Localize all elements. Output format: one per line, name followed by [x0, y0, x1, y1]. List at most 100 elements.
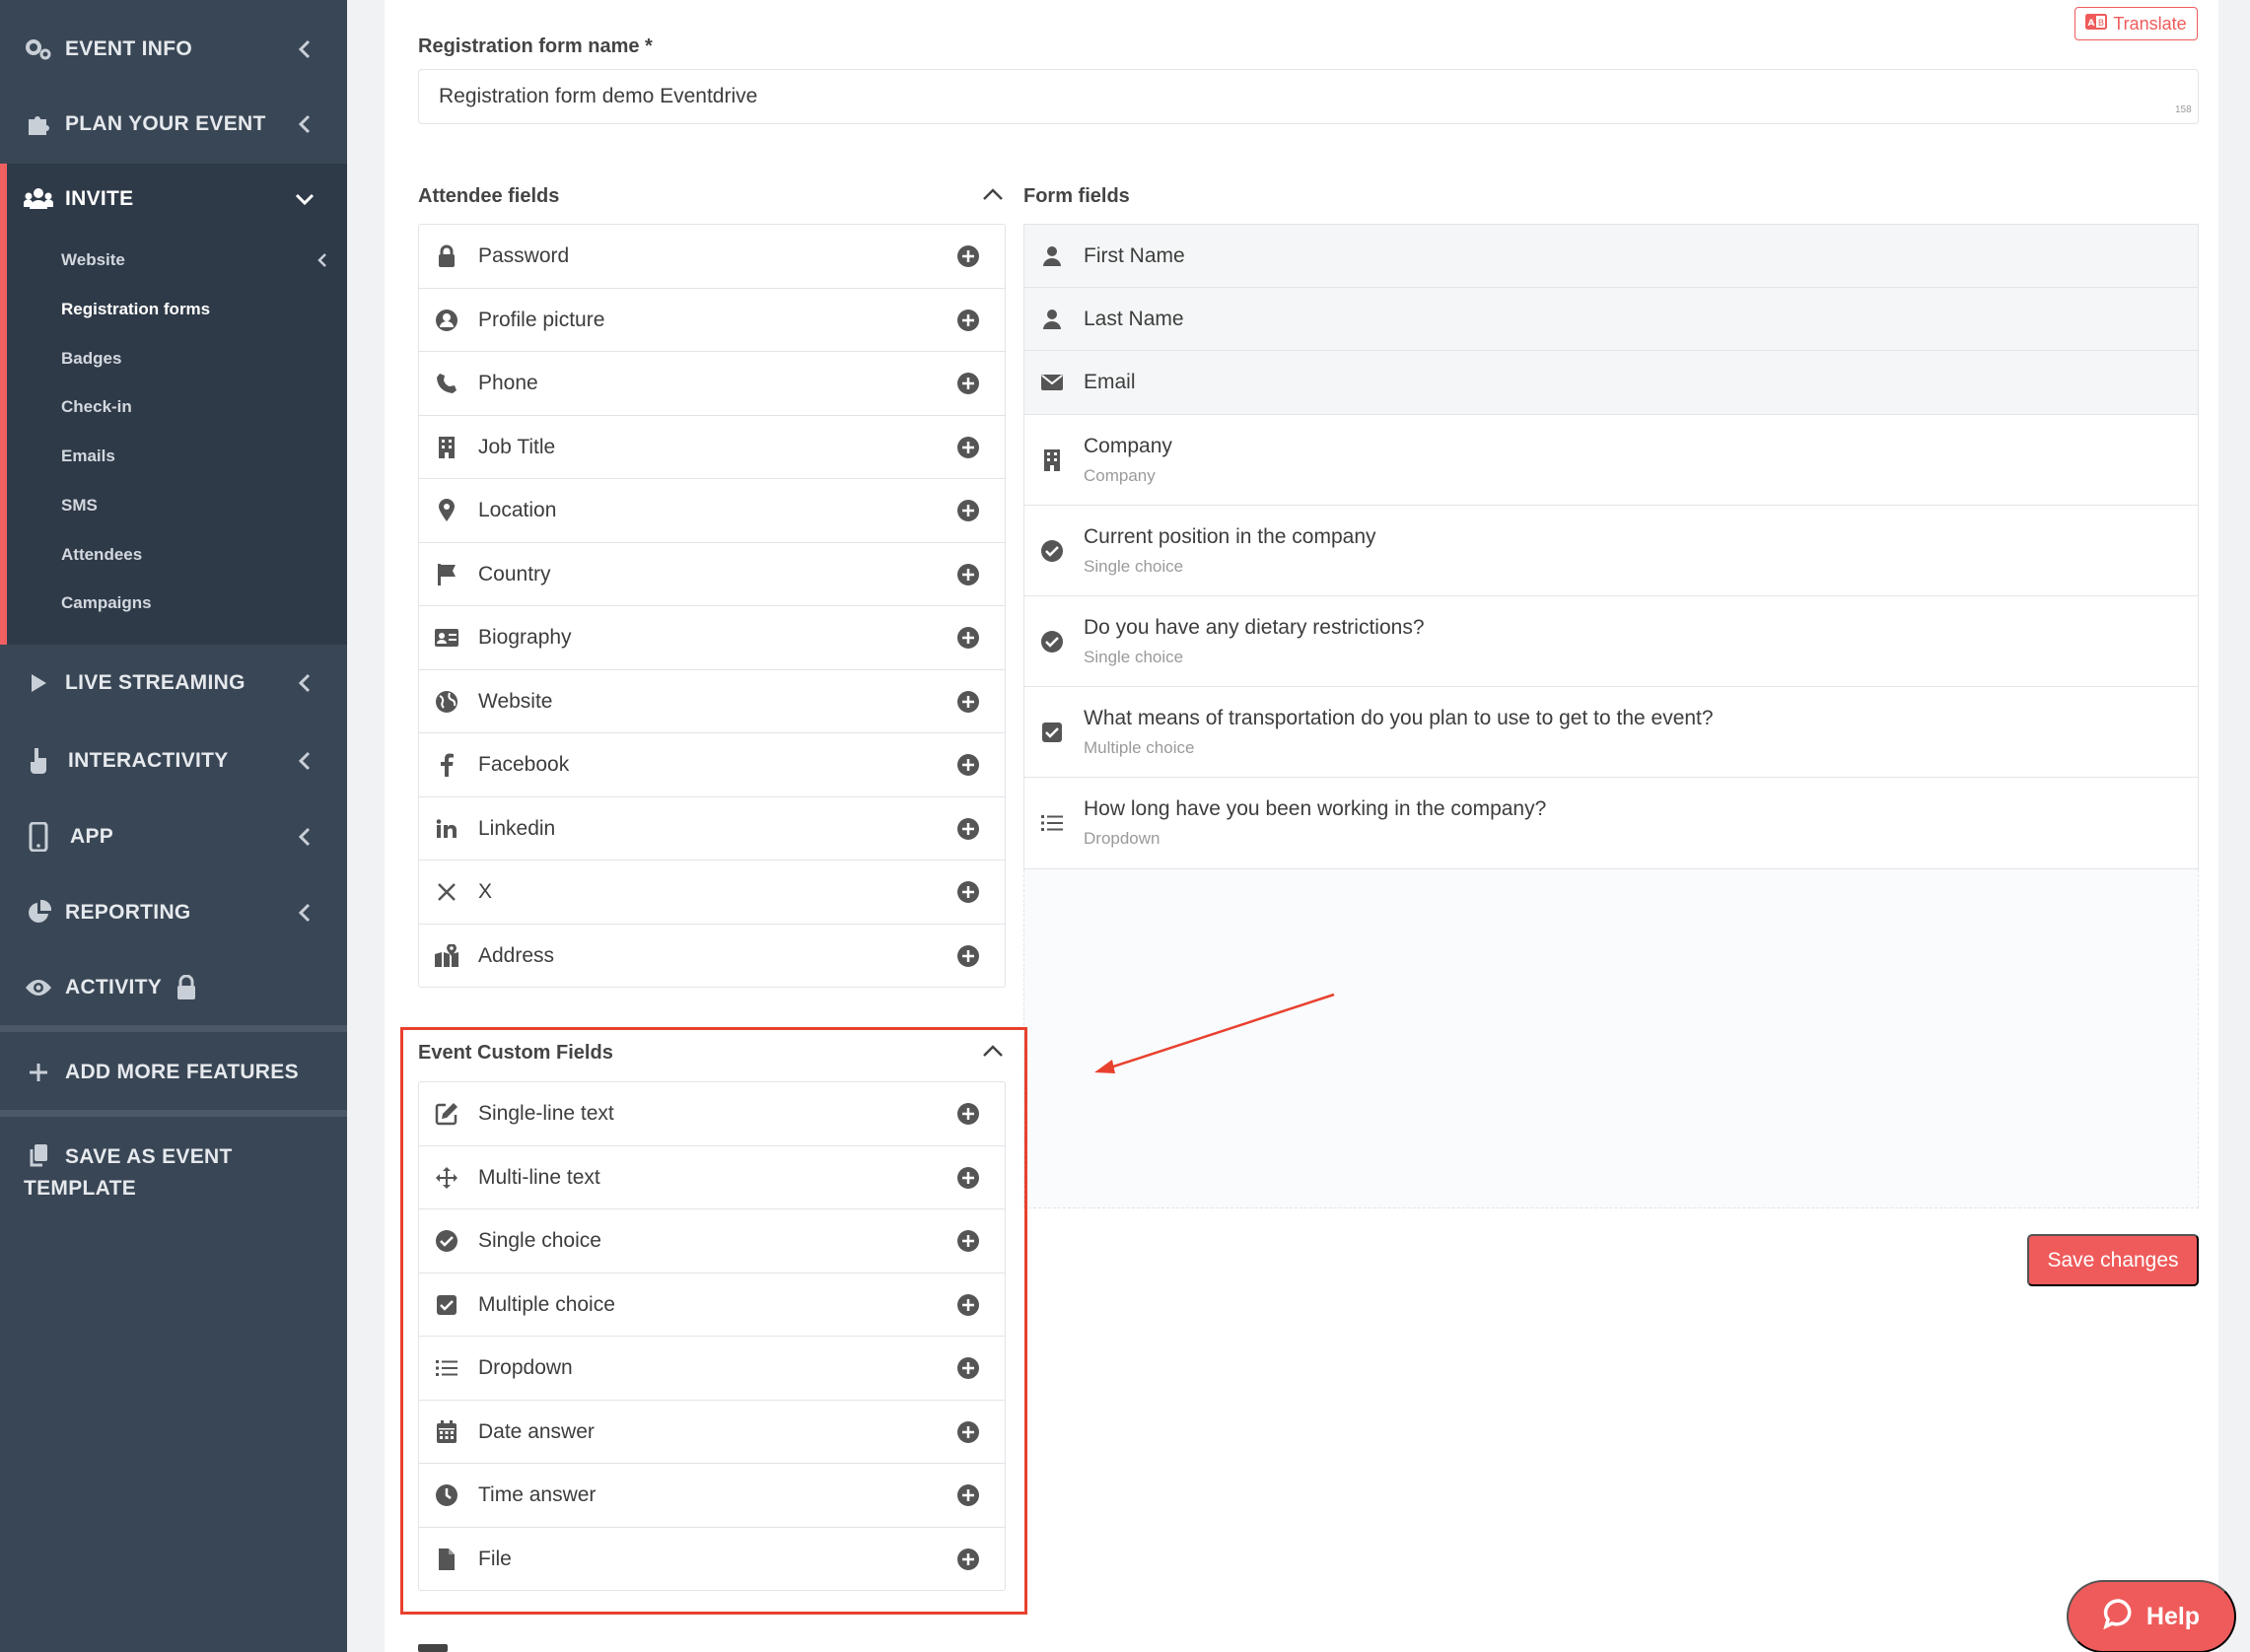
- list-icon: [433, 1354, 460, 1382]
- save-changes-button[interactable]: Save changes: [2027, 1234, 2199, 1286]
- sidebar-item-add-more-features[interactable]: ADD MORE FEATURES: [0, 1053, 347, 1092]
- list-item[interactable]: Address: [419, 925, 1005, 988]
- help-button[interactable]: Help: [2067, 1580, 2236, 1652]
- form-fields-header: Form fields: [1023, 185, 1130, 207]
- add-circle-icon[interactable]: [955, 562, 981, 587]
- add-circle-icon[interactable]: [955, 879, 981, 905]
- sidebar-subitem-emails[interactable]: Emails: [61, 447, 115, 466]
- sidebar-item-app[interactable]: APP: [0, 817, 347, 857]
- chevron-up-icon[interactable]: [982, 187, 1004, 206]
- list-item[interactable]: Profile picture: [419, 289, 1005, 352]
- form-field-title: Do you have any dietary restrictions?: [1084, 616, 1425, 639]
- add-circle-icon[interactable]: [955, 943, 981, 969]
- list-item[interactable]: Country: [419, 543, 1005, 606]
- sidebar-item-plan-your-event[interactable]: PLAN YOUR EVENT: [0, 104, 347, 144]
- sidebar-item-label: INVITE: [65, 187, 134, 210]
- sidebar-subitem-registration-forms[interactable]: Registration forms: [61, 300, 210, 319]
- lock-icon: [433, 242, 460, 270]
- form-field-row[interactable]: What means of transportation do you plan…: [1023, 687, 2199, 778]
- list-item[interactable]: Biography: [419, 606, 1005, 670]
- chevron-down-icon: [294, 188, 316, 210]
- list-item[interactable]: Facebook: [419, 733, 1005, 797]
- field-label: Biography: [478, 626, 572, 649]
- list-item[interactable]: Website: [419, 670, 1005, 733]
- list-item[interactable]: Date answer: [419, 1401, 1005, 1464]
- add-circle-icon[interactable]: [955, 435, 981, 460]
- add-circle-icon[interactable]: [955, 1355, 981, 1381]
- list-item[interactable]: Location: [419, 479, 1005, 543]
- form-field-type: Single choice: [1084, 557, 1184, 576]
- sidebar-subitem-attendees[interactable]: Attendees: [61, 545, 142, 565]
- field-label: Single choice: [478, 1229, 601, 1252]
- list-item[interactable]: Password: [419, 225, 1005, 289]
- add-circle-icon[interactable]: [955, 1101, 981, 1127]
- form-field-title: Last Name: [1084, 308, 1184, 330]
- list-item[interactable]: Single-line text: [419, 1082, 1005, 1146]
- sidebar-item-event-info[interactable]: EVENT INFO: [0, 30, 347, 69]
- sidebar-subitem-check-in[interactable]: Check-in: [61, 397, 132, 417]
- form-field-row[interactable]: Last Name: [1023, 288, 2199, 351]
- form-field-row[interactable]: Current position in the company Single c…: [1023, 506, 2199, 596]
- list-item[interactable]: Multi-line text: [419, 1146, 1005, 1209]
- add-circle-icon[interactable]: [955, 1419, 981, 1445]
- list-item[interactable]: File: [419, 1528, 1005, 1591]
- form-field-row[interactable]: First Name: [1023, 224, 2199, 288]
- add-circle-icon[interactable]: [955, 752, 981, 778]
- sidebar-item-reporting[interactable]: REPORTING: [0, 893, 347, 932]
- file-icon: [433, 1546, 460, 1573]
- list-item[interactable]: Multiple choice: [419, 1273, 1005, 1337]
- sidebar-item-save-as-template[interactable]: SAVE AS EVENT TEMPLATE: [0, 1141, 347, 1205]
- chevron-up-icon[interactable]: [982, 1044, 1004, 1063]
- add-circle-icon[interactable]: [955, 1165, 981, 1191]
- list-item[interactable]: Dropdown: [419, 1337, 1005, 1401]
- sidebar-item-invite[interactable]: INVITE: [0, 179, 347, 219]
- sidebar-subitem-website[interactable]: Website: [61, 250, 125, 270]
- list-item[interactable]: Time answer: [419, 1464, 1005, 1528]
- add-circle-icon[interactable]: [955, 243, 981, 269]
- sidebar-item-interactivity[interactable]: INTERACTIVITY: [0, 741, 347, 781]
- form-field-row[interactable]: Company Company: [1023, 415, 2199, 506]
- check-square-icon: [1038, 719, 1066, 746]
- id-card-icon: [433, 624, 460, 652]
- translate-label: Translate: [2113, 13, 2187, 34]
- add-circle-icon[interactable]: [955, 371, 981, 396]
- form-field-row[interactable]: How long have you been working in the co…: [1023, 778, 2199, 869]
- add-circle-icon[interactable]: [955, 308, 981, 333]
- form-field-row[interactable]: Do you have any dietary restrictions? Si…: [1023, 596, 2199, 687]
- list-item[interactable]: Single choice: [419, 1209, 1005, 1273]
- form-field-title: Company: [1084, 435, 1172, 457]
- list-icon: [1038, 809, 1066, 837]
- sidebar-subitem-badges[interactable]: Badges: [61, 349, 121, 369]
- sidebar-item-label: ACTIVITY: [65, 976, 163, 998]
- add-circle-icon[interactable]: [955, 1228, 981, 1254]
- chevron-left-icon: [294, 113, 316, 135]
- field-label: Date answer: [478, 1419, 595, 1443]
- add-circle-icon[interactable]: [955, 1547, 981, 1572]
- user-circle-icon: [433, 307, 460, 334]
- check-circle-icon: [1038, 537, 1066, 565]
- list-item[interactable]: Linkedin: [419, 797, 1005, 860]
- add-circle-icon[interactable]: [955, 689, 981, 715]
- sidebar: EVENT INFO PLAN YOUR EVENT INVITE Websit…: [0, 0, 347, 1652]
- translate-button[interactable]: AB Translate: [2074, 7, 2198, 40]
- field-label: Single-line text: [478, 1102, 614, 1125]
- add-circle-icon[interactable]: [955, 1292, 981, 1318]
- sidebar-subitem-campaigns[interactable]: Campaigns: [61, 593, 152, 613]
- sidebar-subitem-sms[interactable]: SMS: [61, 496, 98, 516]
- add-circle-icon[interactable]: [955, 625, 981, 651]
- list-item[interactable]: X: [419, 860, 1005, 925]
- list-item[interactable]: Phone: [419, 352, 1005, 416]
- form-name-input[interactable]: Registration form demo Eventdrive: [418, 69, 2199, 124]
- field-label: Dropdown: [478, 1356, 573, 1379]
- add-circle-icon[interactable]: [955, 498, 981, 523]
- mobile-icon: [24, 822, 53, 852]
- sidebar-item-live-streaming[interactable]: LIVE STREAMING: [0, 663, 347, 703]
- add-circle-icon[interactable]: [955, 816, 981, 842]
- field-label: Address: [478, 944, 555, 967]
- sidebar-item-activity[interactable]: ACTIVITY: [0, 968, 347, 1007]
- form-field-row[interactable]: Email: [1023, 351, 2199, 415]
- svg-text:B: B: [2098, 19, 2104, 29]
- form-name-label: Registration form name *: [418, 35, 653, 57]
- add-circle-icon[interactable]: [955, 1482, 981, 1508]
- list-item[interactable]: Job Title: [419, 416, 1005, 479]
